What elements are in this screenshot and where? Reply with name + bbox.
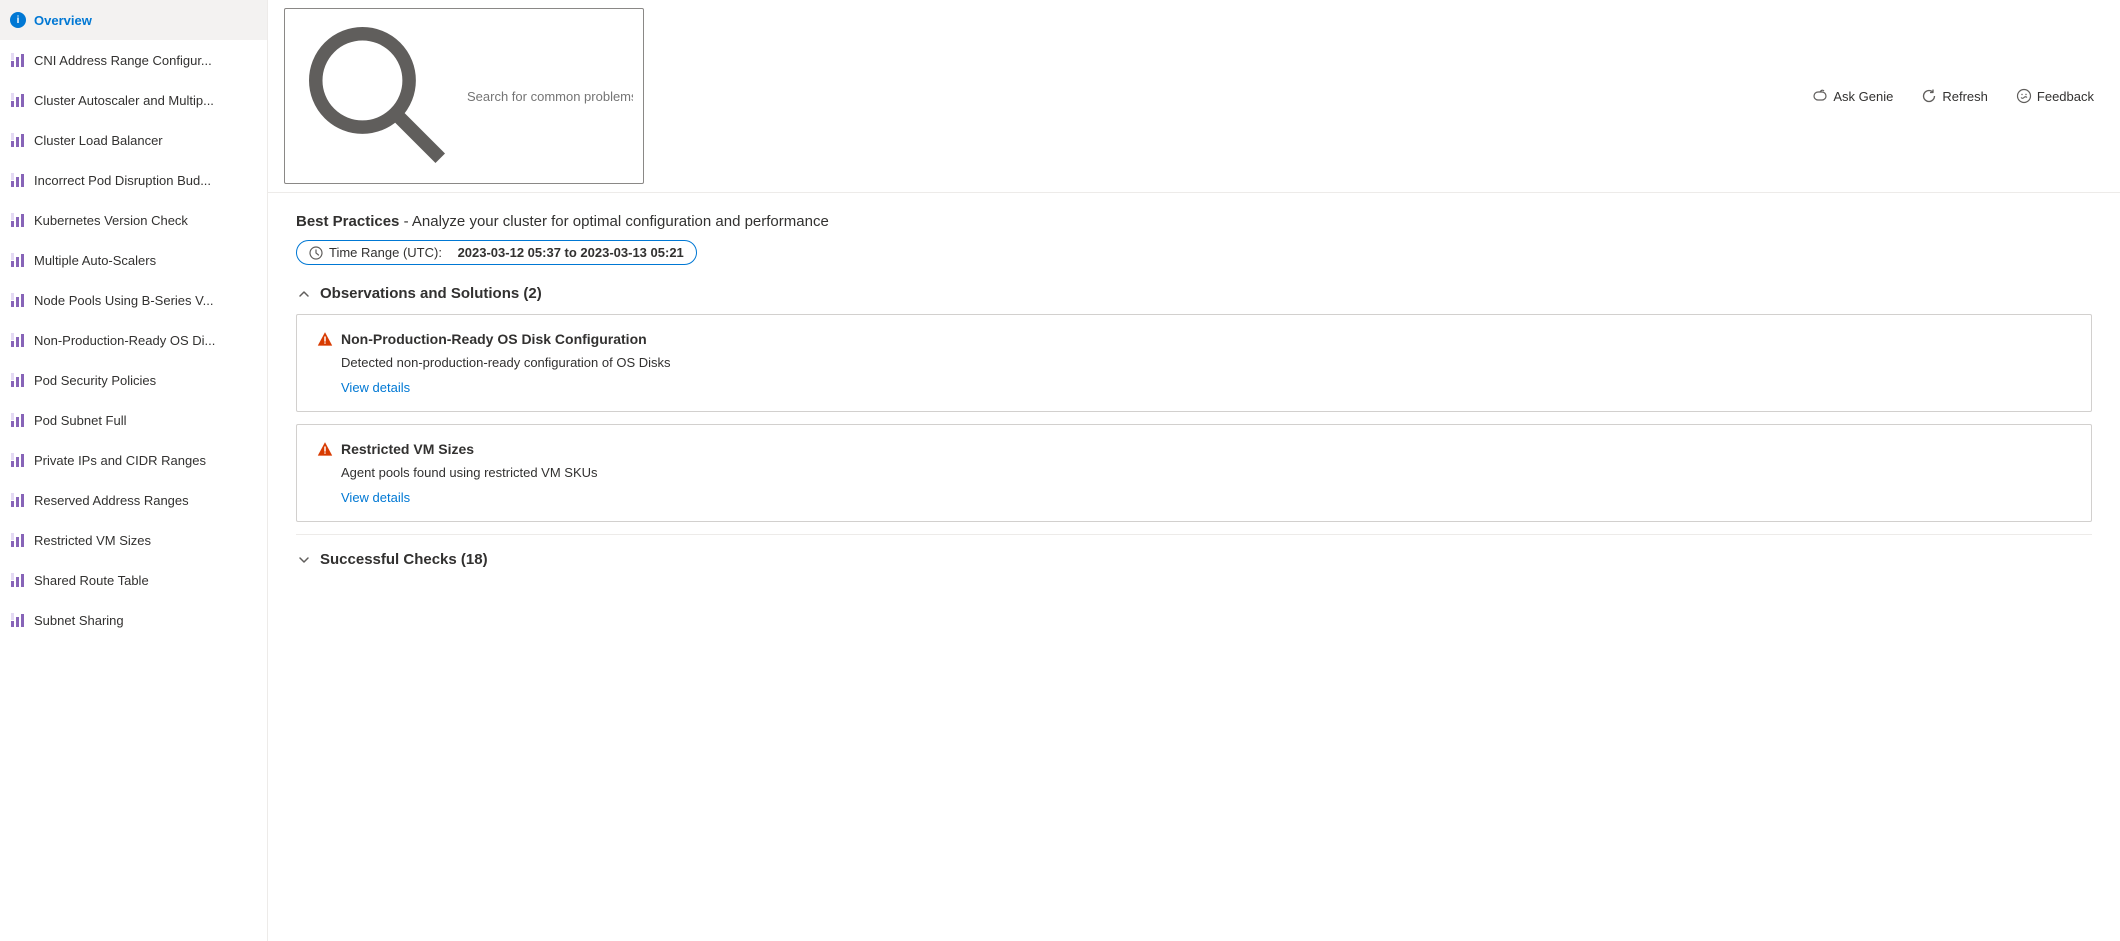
content-area: Best Practices - Analyze your cluster fo… bbox=[268, 193, 2120, 941]
chart-icon bbox=[10, 132, 26, 148]
obs-card-view-details-link[interactable]: View details bbox=[317, 380, 2071, 395]
page-title-line: Best Practices - Analyze your cluster fo… bbox=[296, 213, 2092, 230]
feedback-icon bbox=[2016, 88, 2032, 104]
successful-chevron-icon bbox=[296, 552, 312, 568]
chart-icon bbox=[10, 612, 26, 628]
chart-icon bbox=[10, 372, 26, 388]
time-range-prefix: Time Range (UTC): bbox=[329, 245, 442, 260]
sidebar-item-poddisruption[interactable]: Incorrect Pod Disruption Bud... bbox=[0, 160, 267, 200]
chart-icon bbox=[10, 572, 26, 588]
observations-chevron-icon bbox=[296, 286, 312, 302]
sidebar-item-label: Overview bbox=[34, 13, 92, 28]
sidebar-item-label: Node Pools Using B-Series V... bbox=[34, 293, 213, 308]
successful-section-title: Successful Checks (18) bbox=[320, 551, 488, 568]
search-input[interactable] bbox=[467, 89, 633, 104]
sidebar-item-label: Non-Production-Ready OS Di... bbox=[34, 333, 215, 348]
sidebar-item-restrictedvm[interactable]: Restricted VM Sizes bbox=[0, 520, 267, 560]
sidebar-item-label: Pod Subnet Full bbox=[34, 413, 127, 428]
sidebar-item-kubernetesversion[interactable]: Kubernetes Version Check bbox=[0, 200, 267, 240]
clock-icon bbox=[309, 246, 323, 260]
page-header: Best Practices - Analyze your cluster fo… bbox=[296, 213, 2092, 265]
obs-card-view-details-link[interactable]: View details bbox=[317, 490, 2071, 505]
obs-card-title: Non-Production-Ready OS Disk Configurati… bbox=[341, 331, 647, 347]
sidebar: iOverview CNI Address Range Configur... … bbox=[0, 0, 268, 941]
obs-card-header: Non-Production-Ready OS Disk Configurati… bbox=[317, 331, 2071, 347]
obs-card-obs1: Non-Production-Ready OS Disk Configurati… bbox=[296, 314, 2092, 412]
search-icon bbox=[295, 13, 461, 179]
chart-icon bbox=[10, 52, 26, 68]
sidebar-item-label: Kubernetes Version Check bbox=[34, 213, 188, 228]
obs-card-obs2: Restricted VM Sizes Agent pools found us… bbox=[296, 424, 2092, 522]
sidebar-item-nonproduction[interactable]: Non-Production-Ready OS Di... bbox=[0, 320, 267, 360]
info-icon: i bbox=[10, 12, 26, 28]
ask-genie-button[interactable]: Ask Genie bbox=[1802, 83, 1903, 109]
sidebar-item-autoscalers[interactable]: Multiple Auto-Scalers bbox=[0, 240, 267, 280]
sidebar-item-label: Cluster Autoscaler and Multip... bbox=[34, 93, 214, 108]
sidebar-item-label: Reserved Address Ranges bbox=[34, 493, 189, 508]
sidebar-item-label: Pod Security Policies bbox=[34, 373, 156, 388]
time-range-badge[interactable]: Time Range (UTC): 2023-03-12 05:37 to 20… bbox=[296, 240, 697, 265]
sidebar-item-privateips[interactable]: Private IPs and CIDR Ranges bbox=[0, 440, 267, 480]
sidebar-item-label: Private IPs and CIDR Ranges bbox=[34, 453, 206, 468]
sidebar-item-podsubnet[interactable]: Pod Subnet Full bbox=[0, 400, 267, 440]
search-box[interactable] bbox=[284, 8, 644, 184]
page-title-bold: Best Practices bbox=[296, 213, 399, 230]
chart-icon bbox=[10, 172, 26, 188]
time-range-value: 2023-03-12 05:37 to 2023-03-13 05:21 bbox=[458, 245, 684, 260]
chart-icon bbox=[10, 212, 26, 228]
successful-section-header[interactable]: Successful Checks (18) bbox=[296, 551, 2092, 568]
sidebar-item-subnetsharing[interactable]: Subnet Sharing bbox=[0, 600, 267, 640]
section-divider bbox=[296, 534, 2092, 535]
feedback-button[interactable]: Feedback bbox=[2006, 83, 2104, 109]
obs-card-description: Detected non-production-ready configurat… bbox=[317, 355, 2071, 370]
sidebar-item-label: Subnet Sharing bbox=[34, 613, 124, 628]
toolbar: Ask Genie Refresh Feedback bbox=[268, 0, 2120, 193]
observations-section-title: Observations and Solutions (2) bbox=[320, 285, 542, 302]
sidebar-item-sharedroute[interactable]: Shared Route Table bbox=[0, 560, 267, 600]
sidebar-item-label: CNI Address Range Configur... bbox=[34, 53, 212, 68]
chart-icon bbox=[10, 92, 26, 108]
chart-icon bbox=[10, 412, 26, 428]
sidebar-item-label: Cluster Load Balancer bbox=[34, 133, 163, 148]
warning-icon bbox=[317, 331, 333, 347]
main-panel: Ask Genie Refresh Feedback Best Practice… bbox=[268, 0, 2120, 941]
refresh-icon bbox=[1921, 88, 1937, 104]
sidebar-item-overview[interactable]: i Overview bbox=[0, 0, 267, 40]
sidebar-item-autoscaler[interactable]: Cluster Autoscaler and Multip... bbox=[0, 80, 267, 120]
sidebar-item-label: Incorrect Pod Disruption Bud... bbox=[34, 173, 211, 188]
page-title-sub: - Analyze your cluster for optimal confi… bbox=[404, 213, 829, 230]
observations-cards-container: Non-Production-Ready OS Disk Configurati… bbox=[296, 314, 2092, 522]
chart-icon bbox=[10, 252, 26, 268]
sidebar-item-cni[interactable]: CNI Address Range Configur... bbox=[0, 40, 267, 80]
warning-icon bbox=[317, 441, 333, 457]
sidebar-item-reservedaddress[interactable]: Reserved Address Ranges bbox=[0, 480, 267, 520]
sidebar-item-nodepools[interactable]: Node Pools Using B-Series V... bbox=[0, 280, 267, 320]
chart-icon bbox=[10, 532, 26, 548]
observations-section-header[interactable]: Observations and Solutions (2) bbox=[296, 285, 2092, 302]
sidebar-item-label: Multiple Auto-Scalers bbox=[34, 253, 156, 268]
sidebar-item-loadbalancer[interactable]: Cluster Load Balancer bbox=[0, 120, 267, 160]
sidebar-item-label: Shared Route Table bbox=[34, 573, 149, 588]
obs-card-title: Restricted VM Sizes bbox=[341, 441, 474, 457]
obs-card-header: Restricted VM Sizes bbox=[317, 441, 2071, 457]
sidebar-item-podsecurity[interactable]: Pod Security Policies bbox=[0, 360, 267, 400]
obs-card-description: Agent pools found using restricted VM SK… bbox=[317, 465, 2071, 480]
chart-icon bbox=[10, 332, 26, 348]
genie-icon bbox=[1812, 88, 1828, 104]
sidebar-item-label: Restricted VM Sizes bbox=[34, 533, 151, 548]
chart-icon bbox=[10, 492, 26, 508]
refresh-button[interactable]: Refresh bbox=[1911, 83, 1998, 109]
chart-icon bbox=[10, 452, 26, 468]
chart-icon bbox=[10, 292, 26, 308]
